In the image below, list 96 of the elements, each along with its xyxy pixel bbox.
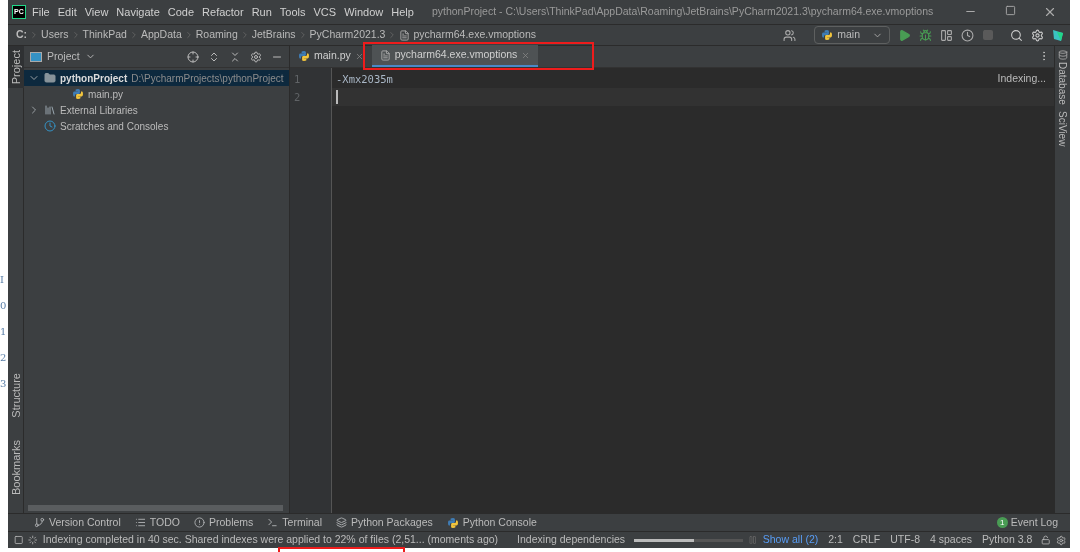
tool-window-button[interactable]: Python Packages [336,514,433,531]
event-log-button[interactable]: 1 Event Log [996,514,1058,531]
unlock-icon[interactable] [1041,535,1051,545]
database-icon [1057,50,1068,60]
status-item[interactable]: UTF-8 [890,532,920,548]
tree-label: External Libraries [60,103,138,118]
panel-toggle-icon[interactable] [14,535,24,545]
python-icon [446,516,459,529]
python-file-icon [298,50,310,62]
maximize-icon [1004,5,1016,16]
breadcrumb[interactable]: PyCharm2021.3 [309,27,386,43]
breadcrumb[interactable]: Roaming [195,27,238,43]
layers-icon [336,517,347,528]
tree-label: pythonProject [60,71,128,86]
show-all-link[interactable]: Show all (2) [762,532,819,548]
close-tab-icon[interactable] [521,50,531,60]
menu-item[interactable]: Edit [57,3,77,21]
panel-title: Project [47,48,80,64]
menu-item[interactable]: Navigate [116,3,160,21]
menu-item[interactable]: View [84,3,109,21]
background-text: 0 [0,300,8,312]
folder-icon [44,72,56,84]
side-tab[interactable]: Bookmarks [8,435,24,499]
indexing-label: Indexing... [997,71,1046,86]
side-tab[interactable]: Database [1055,50,1070,105]
tool-window-button[interactable]: Python Console [446,514,537,531]
background-text: 3 [0,378,8,390]
status-item[interactable]: 2:1 [828,532,843,548]
terminal-icon [267,517,279,528]
editor-tab[interactable]: pycharm64.exe.vmoptions [371,45,539,67]
side-tab[interactable]: Structure [8,369,24,422]
breadcrumb[interactable]: AppData [140,27,182,43]
python-file-icon [72,88,84,100]
close-icon [1043,5,1057,19]
menu-item[interactable]: Run [251,3,272,21]
tree-item[interactable]: pythonProject D:\PycharmProjects\pythonProject [24,70,289,86]
window-title: pythonProject - C:\Users\ThinkPad\AppData\Roaming\JetBrains\PyCharm2021.3\pycharm64.exe.vmoptions [431,4,934,20]
tree-item[interactable]: Scratches and Consoles [24,118,289,134]
plugin-logo-icon [1052,28,1064,42]
panel-icon [30,51,42,62]
tree-item[interactable]: External Libraries [24,102,289,118]
background-text: 2 [0,352,8,364]
settings-icon[interactable] [250,50,262,63]
spinner-icon [28,535,38,545]
tool-window-button[interactable]: Problems [193,514,254,531]
menu-item[interactable]: Code [167,3,195,21]
status-item[interactable]: Python 3.8 [982,532,1033,548]
tool-window-button[interactable]: Version Control [34,514,121,531]
background-text: I [0,274,5,286]
menu-item[interactable]: Help [391,3,414,21]
status-message: Indexing completed in 40 sec. Shared indexes were applied to 22% of files (2,51... (moments ago) [42,532,499,548]
menu-item[interactable]: VCS [313,3,337,21]
tree-label: Scratches and Consoles [60,119,169,134]
code-line: -Xmx2035m [336,72,393,87]
tree-path: D:\PycharmProjects\pythonProject [131,71,284,86]
file-icon [399,29,411,41]
run-icon[interactable] [898,28,911,42]
menu-item[interactable]: Window [344,3,384,21]
text-caret [336,90,338,104]
breadcrumb[interactable]: Users [41,27,69,43]
tree-label: main.py [88,87,123,102]
file-icon [379,49,391,61]
expand-all-icon[interactable] [208,50,220,63]
count-badge: 1 [996,517,1008,528]
tree-item[interactable]: main.py [24,86,289,102]
run-config-dropdown[interactable]: main [814,26,890,44]
tool-window-button[interactable]: TODO [134,514,180,531]
library-icon [44,104,56,116]
status-item[interactable]: CRLF [852,532,881,548]
side-tab[interactable]: SciView [1055,110,1070,147]
tool-window-button[interactable]: Terminal [267,514,322,531]
branch-icon [34,517,45,528]
progress-label: Indexing dependencies [517,532,626,548]
editor-tab[interactable]: main.py [290,45,372,67]
settings-icon[interactable] [1031,28,1044,42]
breadcrumb[interactable]: pycharm64.exe.vmoptions [413,27,536,43]
status-item[interactable]: 4 spaces [930,532,973,548]
debug-icon[interactable] [919,28,932,42]
collapse-all-icon[interactable] [229,50,241,63]
menu-item[interactable]: File [32,3,50,21]
close-tab-icon[interactable] [354,51,364,61]
locate-icon[interactable] [187,50,199,63]
background-text: 1 [0,326,8,338]
python-icon [821,29,834,41]
search-icon[interactable] [1010,28,1023,42]
scratches-icon [44,120,56,132]
menu-item[interactable]: Tools [279,3,306,21]
breadcrumb[interactable]: C: [16,27,28,43]
users-icon[interactable] [783,28,797,42]
list-icon [134,517,146,528]
breadcrumb[interactable]: JetBrains [251,27,296,43]
breadcrumb[interactable]: ThinkPad [82,27,127,43]
menu-item[interactable]: Refactor [202,3,244,21]
horizontal-scrollbar[interactable] [28,505,283,511]
warning-icon [193,517,205,528]
side-tab[interactable]: Project [8,46,24,89]
